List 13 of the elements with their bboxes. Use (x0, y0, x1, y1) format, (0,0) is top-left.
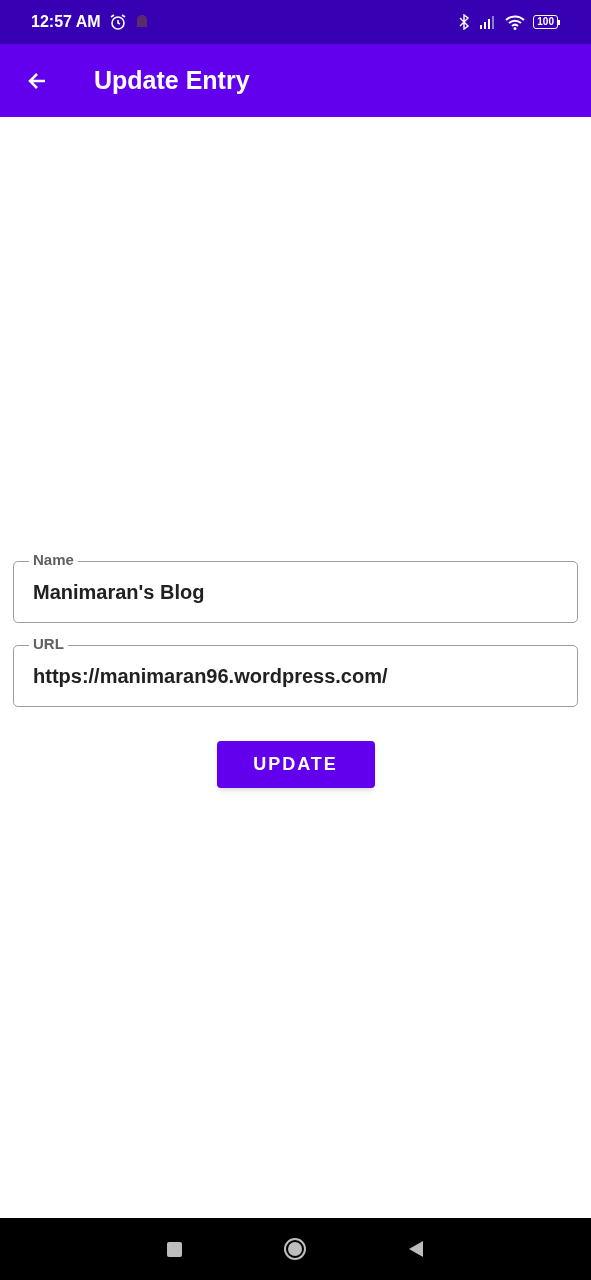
screen-title: Update Entry (94, 64, 250, 96)
battery-indicator: 100 (533, 15, 560, 29)
alarm-clock-icon (108, 13, 127, 31)
wifi-icon (505, 14, 526, 30)
bluetooth-icon (459, 14, 470, 30)
back-nav-button[interactable] (408, 1240, 424, 1258)
field-value: https://manimaran96.wordpress.com/ (33, 664, 388, 689)
update-button[interactable]: UPDATE (216, 741, 375, 788)
notification-icon (134, 14, 149, 30)
recents-button[interactable] (167, 1241, 182, 1257)
field-value: Manimaran's Blog (33, 580, 205, 605)
status-time: 12:57 AM (31, 12, 101, 32)
home-button[interactable] (284, 1238, 306, 1260)
